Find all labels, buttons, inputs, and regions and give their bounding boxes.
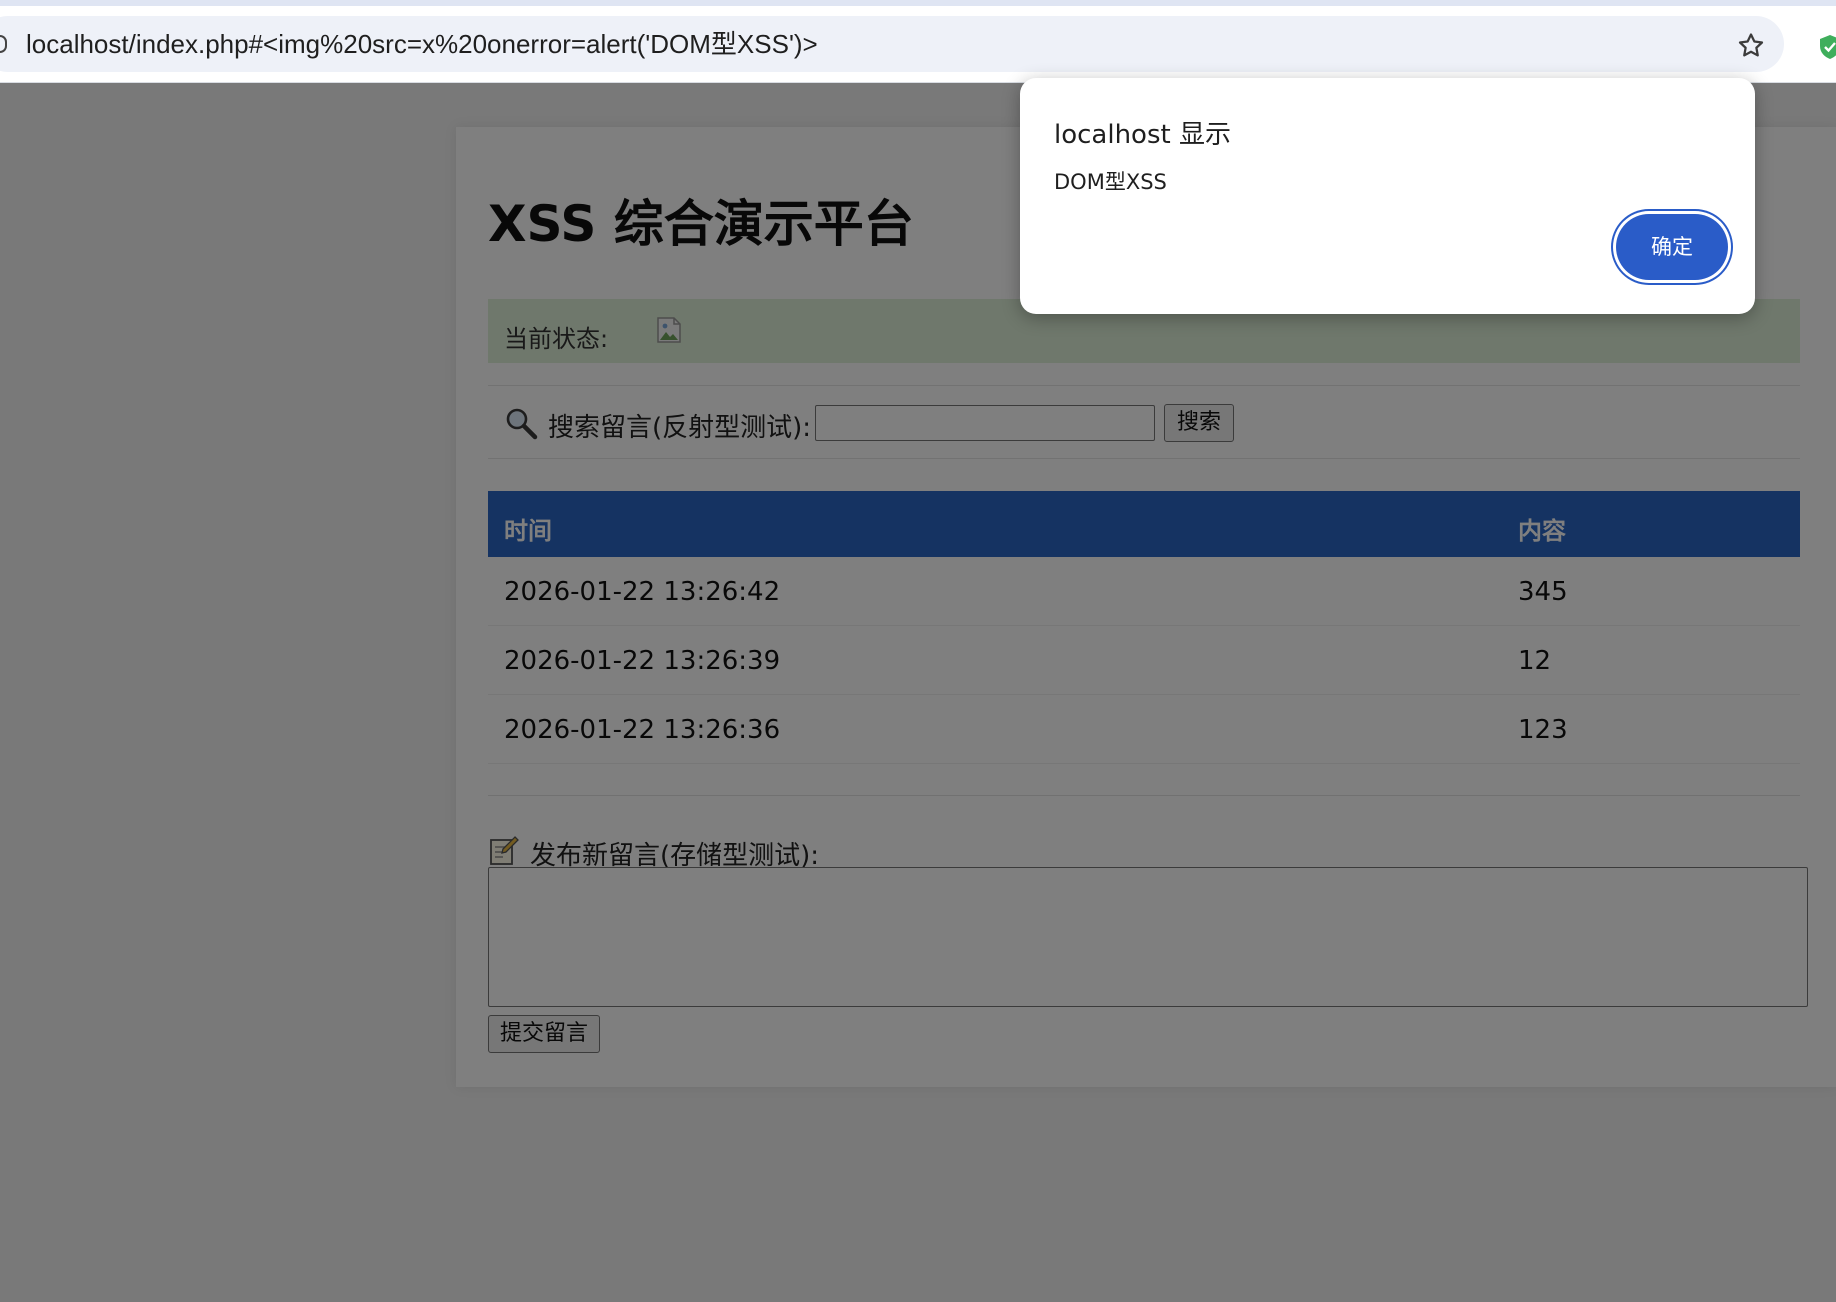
- alert-message: DOM型XSS: [1054, 170, 1167, 194]
- alert-ok-button[interactable]: 确定: [1616, 214, 1728, 280]
- browser-toolbar: localhost/index.php#<img%20src=x%20onerr…: [0, 6, 1836, 83]
- alert-dialog: localhost 显示 DOM型XSS 确定: [1020, 78, 1755, 314]
- star-icon[interactable]: [1736, 31, 1766, 61]
- alert-title: localhost 显示: [1054, 120, 1231, 150]
- address-bar-url[interactable]: localhost/index.php#<img%20src=x%20onerr…: [26, 31, 818, 57]
- shield-icon[interactable]: [1818, 34, 1836, 60]
